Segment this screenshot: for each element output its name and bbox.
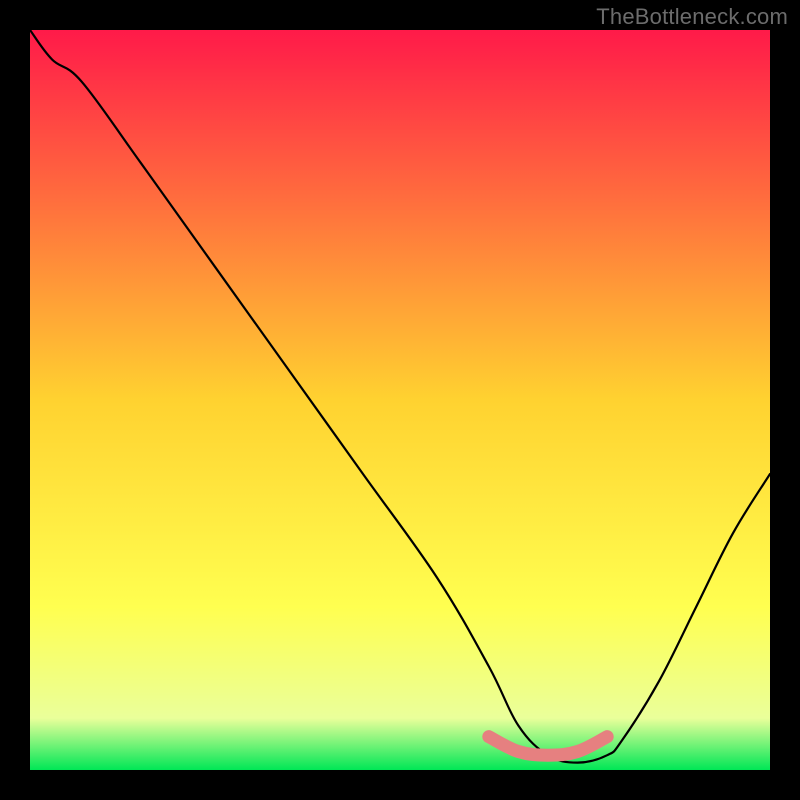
chart-frame [30, 30, 770, 770]
bottleneck-chart [30, 30, 770, 770]
watermark-text: TheBottleneck.com [596, 4, 788, 30]
gradient-background [30, 30, 770, 770]
